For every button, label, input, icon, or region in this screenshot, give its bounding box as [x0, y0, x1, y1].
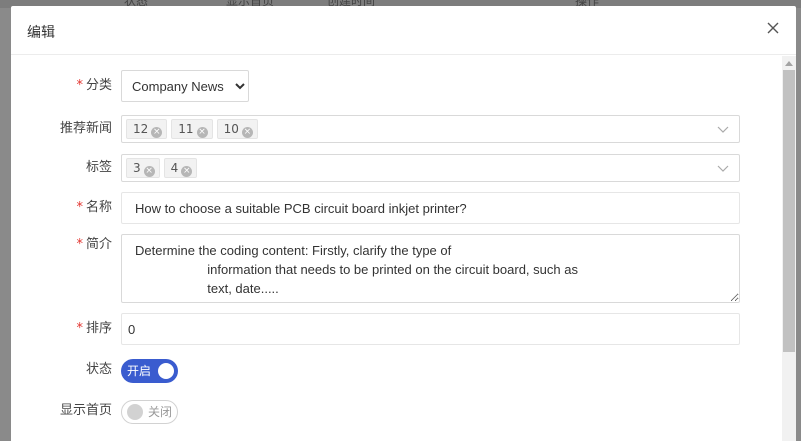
toggle-knob [127, 404, 143, 420]
dialog-header: 编辑 [11, 6, 796, 55]
tags-select[interactable]: 3 × 4 × [121, 154, 740, 182]
tag-remove-icon[interactable]: × [196, 127, 208, 138]
close-icon[interactable] [766, 21, 780, 35]
show-home-toggle[interactable]: 关闭 [121, 400, 178, 424]
category-select[interactable]: Company News [121, 70, 249, 102]
required-mark: * [76, 200, 83, 215]
tag-chip: 10 × [216, 119, 258, 139]
scrollbar-thumb[interactable] [783, 70, 795, 352]
status-toggle[interactable]: 开启 [121, 359, 178, 383]
sort-input[interactable] [121, 313, 740, 345]
required-mark: * [76, 237, 83, 252]
chevron-down-icon[interactable] [717, 162, 729, 174]
toggle-knob [158, 363, 174, 379]
scroll-up-arrow-icon[interactable] [785, 61, 793, 66]
toggle-on-text: 开启 [127, 364, 152, 378]
name-input[interactable] [121, 192, 740, 224]
dialog-title: 编辑 [27, 25, 55, 41]
name-label: * 名称 [76, 200, 112, 215]
tag-remove-icon[interactable]: × [241, 127, 253, 138]
required-mark: * [76, 321, 83, 336]
scrollbar[interactable] [782, 56, 796, 441]
tag-chip: 4 × [163, 158, 198, 178]
edit-dialog: 编辑 *分类 Company News 推荐新闻 12×11×10× [11, 6, 796, 441]
toggle-off-text: 关闭 [148, 405, 173, 419]
required-mark: * [76, 78, 83, 93]
intro-label: * 简介 [76, 237, 112, 252]
recommended-news-select[interactable]: 12 × 11 × 10 × [121, 115, 740, 143]
tag-remove-icon[interactable]: × [181, 166, 193, 177]
tag-remove-icon[interactable]: × [151, 127, 163, 138]
tag-chip: 11 × [171, 119, 213, 139]
tag-chip: 3 × [126, 158, 160, 178]
intro-textarea[interactable]: Determine the coding content: Firstly, c… [121, 234, 740, 303]
dialog-body: * 分类 Company News 推荐新闻 12 × 11 × 10 × 标签 3 × 4 × [11, 56, 782, 441]
show-home-label: 显示首页 [59, 403, 112, 418]
tag-chip: 12 × [126, 119, 168, 139]
sort-label: * 排序 [76, 321, 112, 336]
tag-remove-icon[interactable]: × [143, 166, 155, 177]
tags-label: 标签 [85, 160, 112, 175]
category-label: * 分类 [76, 78, 112, 93]
status-label: 状态 [85, 362, 112, 377]
chevron-down-icon[interactable] [717, 123, 729, 135]
recommended-news-label: 推荐新闻 [59, 121, 112, 136]
